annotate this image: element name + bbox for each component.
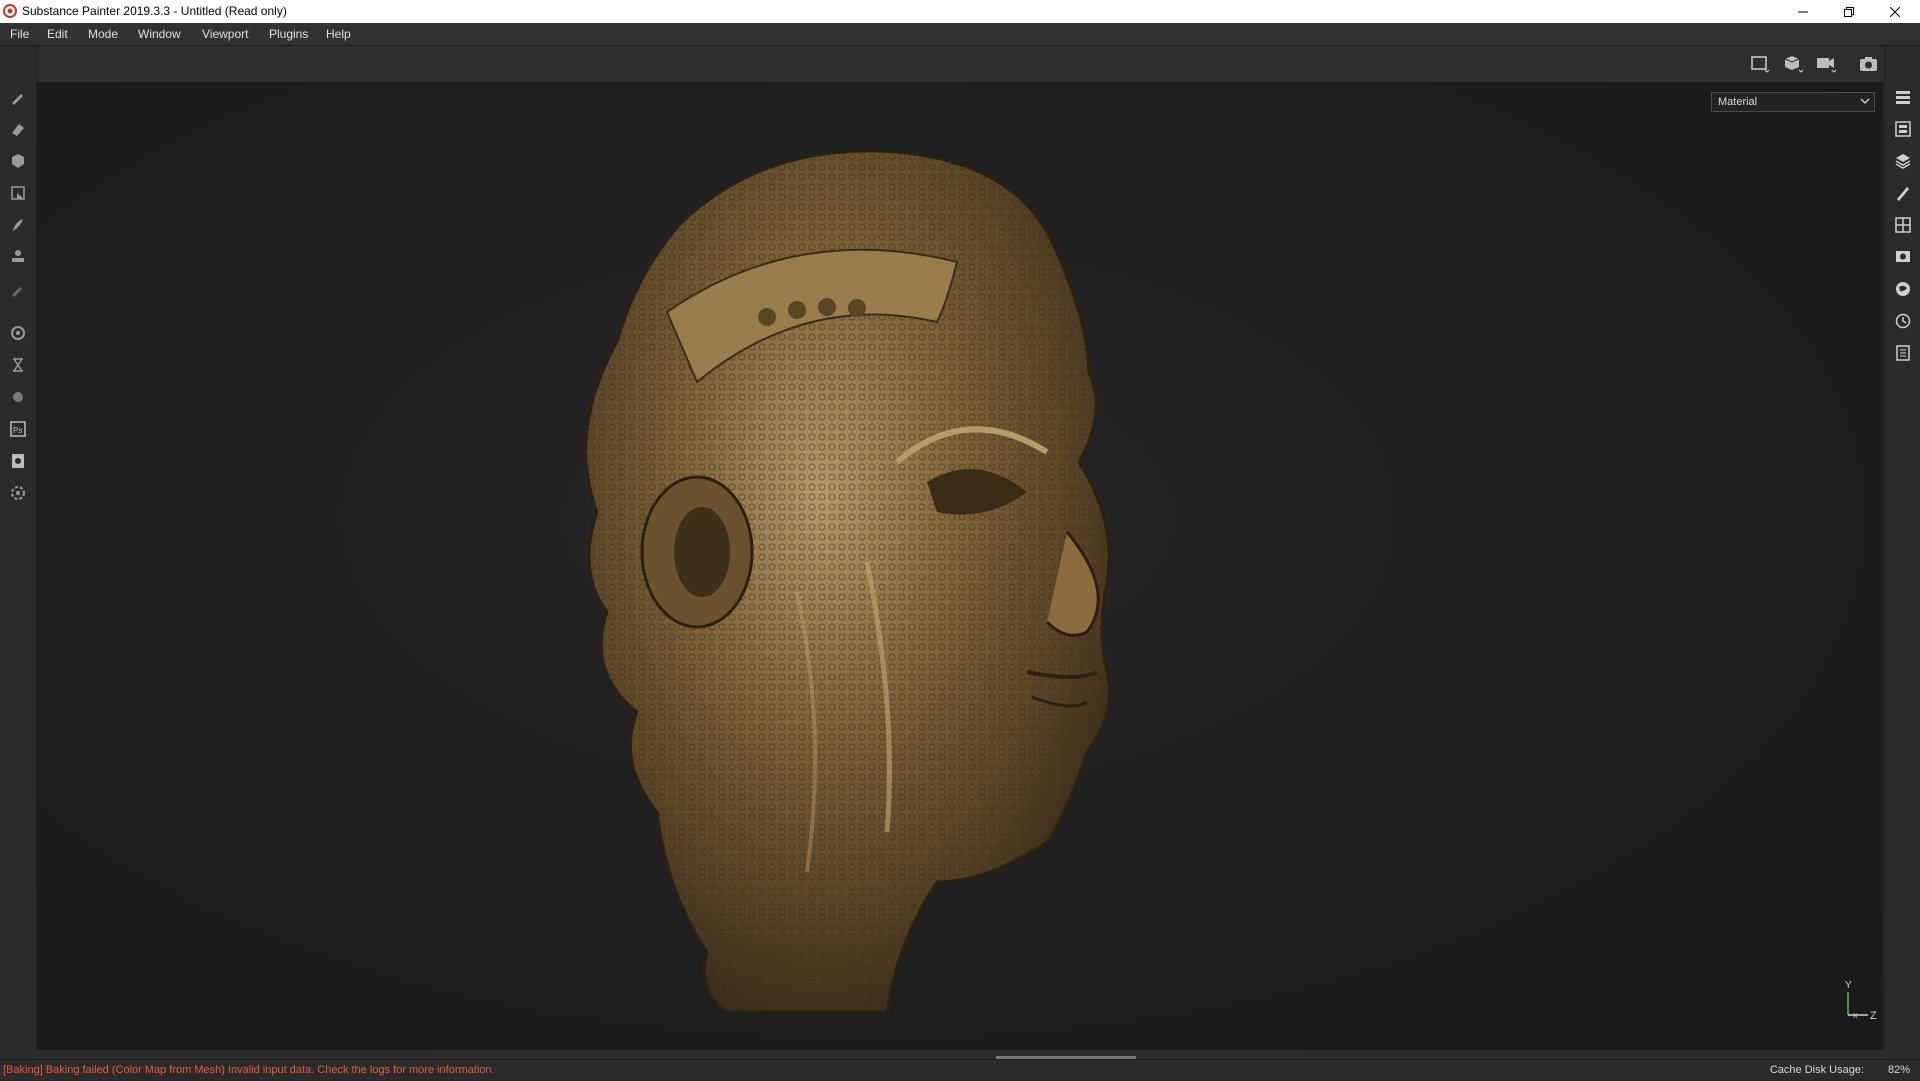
- paint-brush-icon[interactable]: [9, 88, 27, 106]
- smudge-icon[interactable]: [9, 216, 27, 234]
- minimize-icon: [1798, 11, 1808, 12]
- restore-icon: [1844, 6, 1854, 17]
- screenshot-icon[interactable]: [1858, 54, 1880, 74]
- channel-dropdown[interactable]: Material: [1711, 92, 1875, 112]
- eraser-icon[interactable]: [9, 120, 27, 138]
- clone-stamp-icon[interactable]: [9, 248, 27, 266]
- axis-z-label: Z: [1870, 1010, 1877, 1022]
- app-icon: [3, 4, 17, 18]
- minimize-button[interactable]: [1780, 0, 1826, 23]
- bronze-head-model: [584, 149, 1111, 1014]
- right-toolbar: [1884, 46, 1920, 1049]
- display-settings-icon[interactable]: [1894, 216, 1912, 234]
- status-error-message[interactable]: [Baking] Baking failed (Color Map from M…: [3, 1064, 495, 1076]
- texture-set-settings-icon[interactable]: [1894, 120, 1912, 138]
- close-icon: [1890, 6, 1900, 17]
- restore-button[interactable]: [1826, 0, 1872, 23]
- channel-dropdown-value: Material: [1718, 96, 1758, 108]
- plugin-icon[interactable]: [9, 388, 27, 406]
- cache-disk-usage-label: Cache Disk Usage:: [1769, 1064, 1864, 1076]
- layers-icon[interactable]: [1894, 152, 1912, 170]
- axis-x-label: X: [1853, 1013, 1858, 1020]
- bake-settings-icon[interactable]: [9, 324, 27, 342]
- menu-edit[interactable]: Edit: [47, 27, 68, 41]
- history-icon[interactable]: [1894, 312, 1912, 330]
- projection-icon[interactable]: [9, 152, 27, 170]
- viewport-toolbar: [36, 46, 1884, 82]
- window-title: Substance Painter 2019.3.3 - Untitled (R…: [22, 4, 287, 18]
- camera-icon[interactable]: [1816, 54, 1838, 74]
- left-toolbar: Ps: [0, 46, 37, 1049]
- view-2d-3d-icon[interactable]: [1750, 54, 1772, 74]
- menu-plugins[interactable]: Plugins: [269, 27, 308, 41]
- status-bar: [Baking] Baking failed (Color Map from M…: [0, 1059, 1920, 1081]
- svg-text:Ps: Ps: [13, 426, 22, 435]
- shelf-environment-icon[interactable]: [1894, 280, 1912, 298]
- viewer-settings-icon[interactable]: [1894, 248, 1912, 266]
- properties-icon[interactable]: [1894, 184, 1912, 202]
- polygon-fill-icon[interactable]: [9, 184, 27, 202]
- menu-window[interactable]: Window: [138, 27, 181, 41]
- 3d-viewport[interactable]: [37, 82, 1883, 1049]
- photoshop-export-icon[interactable]: Ps: [9, 420, 27, 438]
- title-bar: Substance Painter 2019.3.3 - Untitled (R…: [0, 0, 1920, 23]
- settings-gear-icon[interactable]: [9, 484, 27, 502]
- chevron-down-icon: [1860, 98, 1870, 104]
- render-cube-icon[interactable]: [1783, 54, 1805, 74]
- resource-updater-icon[interactable]: [9, 452, 27, 470]
- axis-y-label: Y: [1845, 980, 1852, 991]
- menu-file[interactable]: File: [10, 27, 29, 41]
- log-icon[interactable]: [1894, 344, 1912, 362]
- iray-render-icon[interactable]: [9, 356, 27, 374]
- close-button[interactable]: [1872, 0, 1918, 23]
- color-picker-icon[interactable]: [9, 280, 27, 298]
- axis-gizmo: Y X Z: [1845, 980, 1877, 1022]
- cache-disk-usage-value: 82%: [1887, 1064, 1910, 1076]
- menu-help[interactable]: Help: [326, 27, 351, 41]
- menu-mode[interactable]: Mode: [88, 27, 118, 41]
- menu-bar: File Edit Mode Window Viewport Plugins H…: [0, 23, 1920, 46]
- texture-set-list-icon[interactable]: [1894, 88, 1912, 106]
- menu-viewport[interactable]: Viewport: [202, 27, 248, 41]
